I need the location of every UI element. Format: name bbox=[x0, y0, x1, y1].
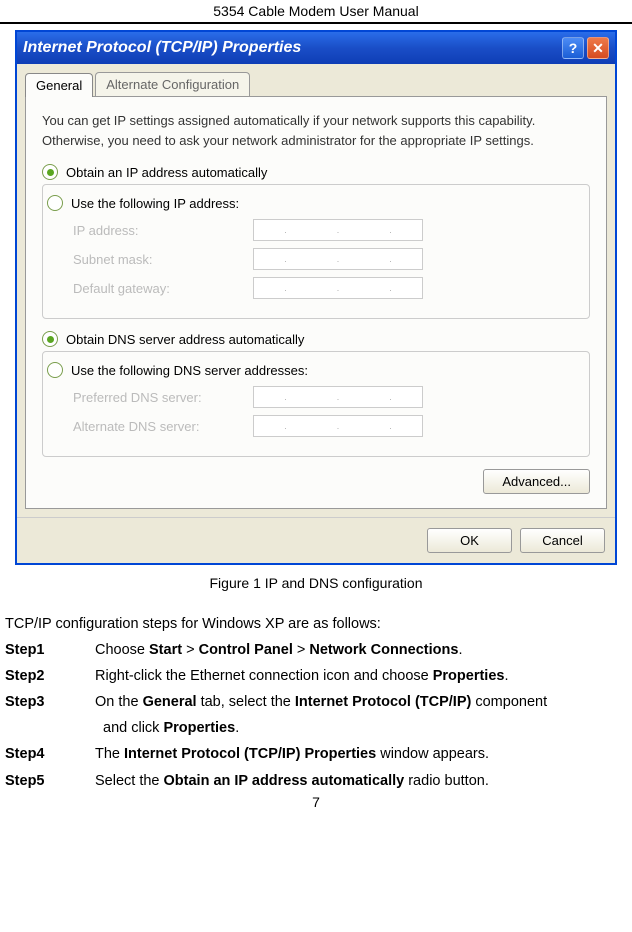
step-body: The Internet Protocol (TCP/IP) Propertie… bbox=[95, 741, 627, 767]
radio-label: Obtain DNS server address automatically bbox=[66, 332, 304, 347]
step-3: Step3 On the General tab, select the Int… bbox=[5, 689, 627, 715]
bold: Start bbox=[149, 642, 182, 658]
tabs-row: General Alternate Configuration bbox=[25, 72, 607, 96]
manual-ip-fieldset: Use the following IP address: IP address… bbox=[42, 184, 590, 319]
step-label: Step2 bbox=[5, 663, 95, 689]
bold: Control Panel bbox=[199, 642, 293, 658]
bold: Properties bbox=[433, 668, 505, 684]
subnet-mask-label: Subnet mask: bbox=[73, 252, 253, 267]
titlebar-text: Internet Protocol (TCP/IP) Properties bbox=[23, 39, 559, 57]
tcpip-properties-dialog: Internet Protocol (TCP/IP) Properties ? … bbox=[15, 30, 617, 565]
radio-label: Obtain an IP address automatically bbox=[66, 165, 267, 180]
content-body: TCP/IP configuration steps for Windows X… bbox=[0, 611, 632, 794]
text: and click bbox=[103, 720, 163, 736]
ip-address-label: IP address: bbox=[73, 223, 253, 238]
text: > bbox=[182, 642, 199, 658]
step-body: and click Properties. bbox=[95, 715, 627, 741]
text: Select the bbox=[95, 773, 164, 789]
step-2: Step2 Right-click the Ethernet connectio… bbox=[5, 663, 627, 689]
tab-panel: You can get IP settings assigned automat… bbox=[25, 96, 607, 509]
manual-dns-fieldset: Use the following DNS server addresses: … bbox=[42, 351, 590, 457]
text: The bbox=[95, 746, 124, 762]
ip-address-input[interactable]: ... bbox=[253, 219, 423, 241]
text: . bbox=[504, 668, 508, 684]
step-1: Step1 Choose Start > Control Panel > Net… bbox=[5, 637, 627, 663]
subnet-mask-row: Subnet mask: ... bbox=[73, 248, 575, 270]
text: Choose bbox=[95, 642, 149, 658]
alternate-dns-row: Alternate DNS server: ... bbox=[73, 415, 575, 437]
ip-address-row: IP address: ... bbox=[73, 219, 575, 241]
figure-caption: Figure 1 IP and DNS configuration bbox=[0, 575, 632, 591]
steps-intro: TCP/IP configuration steps for Windows X… bbox=[5, 611, 627, 637]
ok-button[interactable]: OK bbox=[427, 528, 512, 553]
radio-use-following-ip[interactable]: Use the following IP address: bbox=[47, 195, 575, 211]
help-button[interactable]: ? bbox=[562, 37, 584, 59]
intro-text: You can get IP settings assigned automat… bbox=[42, 111, 590, 150]
text: > bbox=[293, 642, 310, 658]
page-number: 7 bbox=[0, 794, 632, 810]
step-4: Step4 The Internet Protocol (TCP/IP) Pro… bbox=[5, 741, 627, 767]
text: . bbox=[235, 720, 239, 736]
text: Right-click the Ethernet connection icon… bbox=[95, 668, 433, 684]
default-gateway-input[interactable]: ... bbox=[253, 277, 423, 299]
radio-label: Use the following IP address: bbox=[71, 196, 239, 211]
cancel-button[interactable]: Cancel bbox=[520, 528, 605, 553]
text: window appears. bbox=[376, 746, 489, 762]
bold: Internet Protocol (TCP/IP) bbox=[295, 694, 471, 710]
tab-general[interactable]: General bbox=[25, 73, 93, 97]
radio-obtain-ip-auto[interactable]: Obtain an IP address automatically bbox=[42, 164, 590, 180]
radio-use-following-dns[interactable]: Use the following DNS server addresses: bbox=[47, 362, 575, 378]
text: tab, select the bbox=[197, 694, 295, 710]
titlebar: Internet Protocol (TCP/IP) Properties ? … bbox=[17, 32, 615, 64]
text: radio button. bbox=[404, 773, 489, 789]
dialog-buttons: OK Cancel bbox=[17, 517, 615, 563]
alternate-dns-input[interactable]: ... bbox=[253, 415, 423, 437]
step-label: Step5 bbox=[5, 768, 95, 794]
step-3-cont: and click Properties. bbox=[5, 715, 627, 741]
step-body: Choose Start > Control Panel > Network C… bbox=[95, 637, 627, 663]
tab-alternate-configuration[interactable]: Alternate Configuration bbox=[95, 72, 250, 96]
text: . bbox=[458, 642, 462, 658]
advanced-button[interactable]: Advanced... bbox=[483, 469, 590, 494]
default-gateway-label: Default gateway: bbox=[73, 281, 253, 296]
bold: Properties bbox=[163, 720, 235, 736]
step-label: Step4 bbox=[5, 741, 95, 767]
text: component bbox=[471, 694, 547, 710]
radio-icon bbox=[47, 362, 63, 378]
close-button[interactable]: ✕ bbox=[587, 37, 609, 59]
bold: Internet Protocol (TCP/IP) Properties bbox=[124, 746, 376, 762]
step-label: Step3 bbox=[5, 689, 95, 715]
preferred-dns-input[interactable]: ... bbox=[253, 386, 423, 408]
bold: Obtain an IP address automatically bbox=[164, 773, 405, 789]
radio-obtain-dns-auto[interactable]: Obtain DNS server address automatically bbox=[42, 331, 590, 347]
preferred-dns-row: Preferred DNS server: ... bbox=[73, 386, 575, 408]
radio-icon bbox=[42, 331, 58, 347]
step-body: Select the Obtain an IP address automati… bbox=[95, 768, 627, 794]
default-gateway-row: Default gateway: ... bbox=[73, 277, 575, 299]
text: On the bbox=[95, 694, 143, 710]
step-label bbox=[5, 715, 95, 741]
step-body: Right-click the Ethernet connection icon… bbox=[95, 663, 627, 689]
advanced-row: Advanced... bbox=[42, 469, 590, 494]
radio-icon bbox=[47, 195, 63, 211]
bold: General bbox=[143, 694, 197, 710]
step-label: Step1 bbox=[5, 637, 95, 663]
alternate-dns-label: Alternate DNS server: bbox=[73, 419, 253, 434]
document-title: 5354 Cable Modem User Manual bbox=[0, 0, 632, 24]
radio-icon bbox=[42, 164, 58, 180]
preferred-dns-label: Preferred DNS server: bbox=[73, 390, 253, 405]
step-5: Step5 Select the Obtain an IP address au… bbox=[5, 768, 627, 794]
step-body: On the General tab, select the Internet … bbox=[95, 689, 627, 715]
radio-label: Use the following DNS server addresses: bbox=[71, 363, 308, 378]
subnet-mask-input[interactable]: ... bbox=[253, 248, 423, 270]
bold: Network Connections bbox=[309, 642, 458, 658]
